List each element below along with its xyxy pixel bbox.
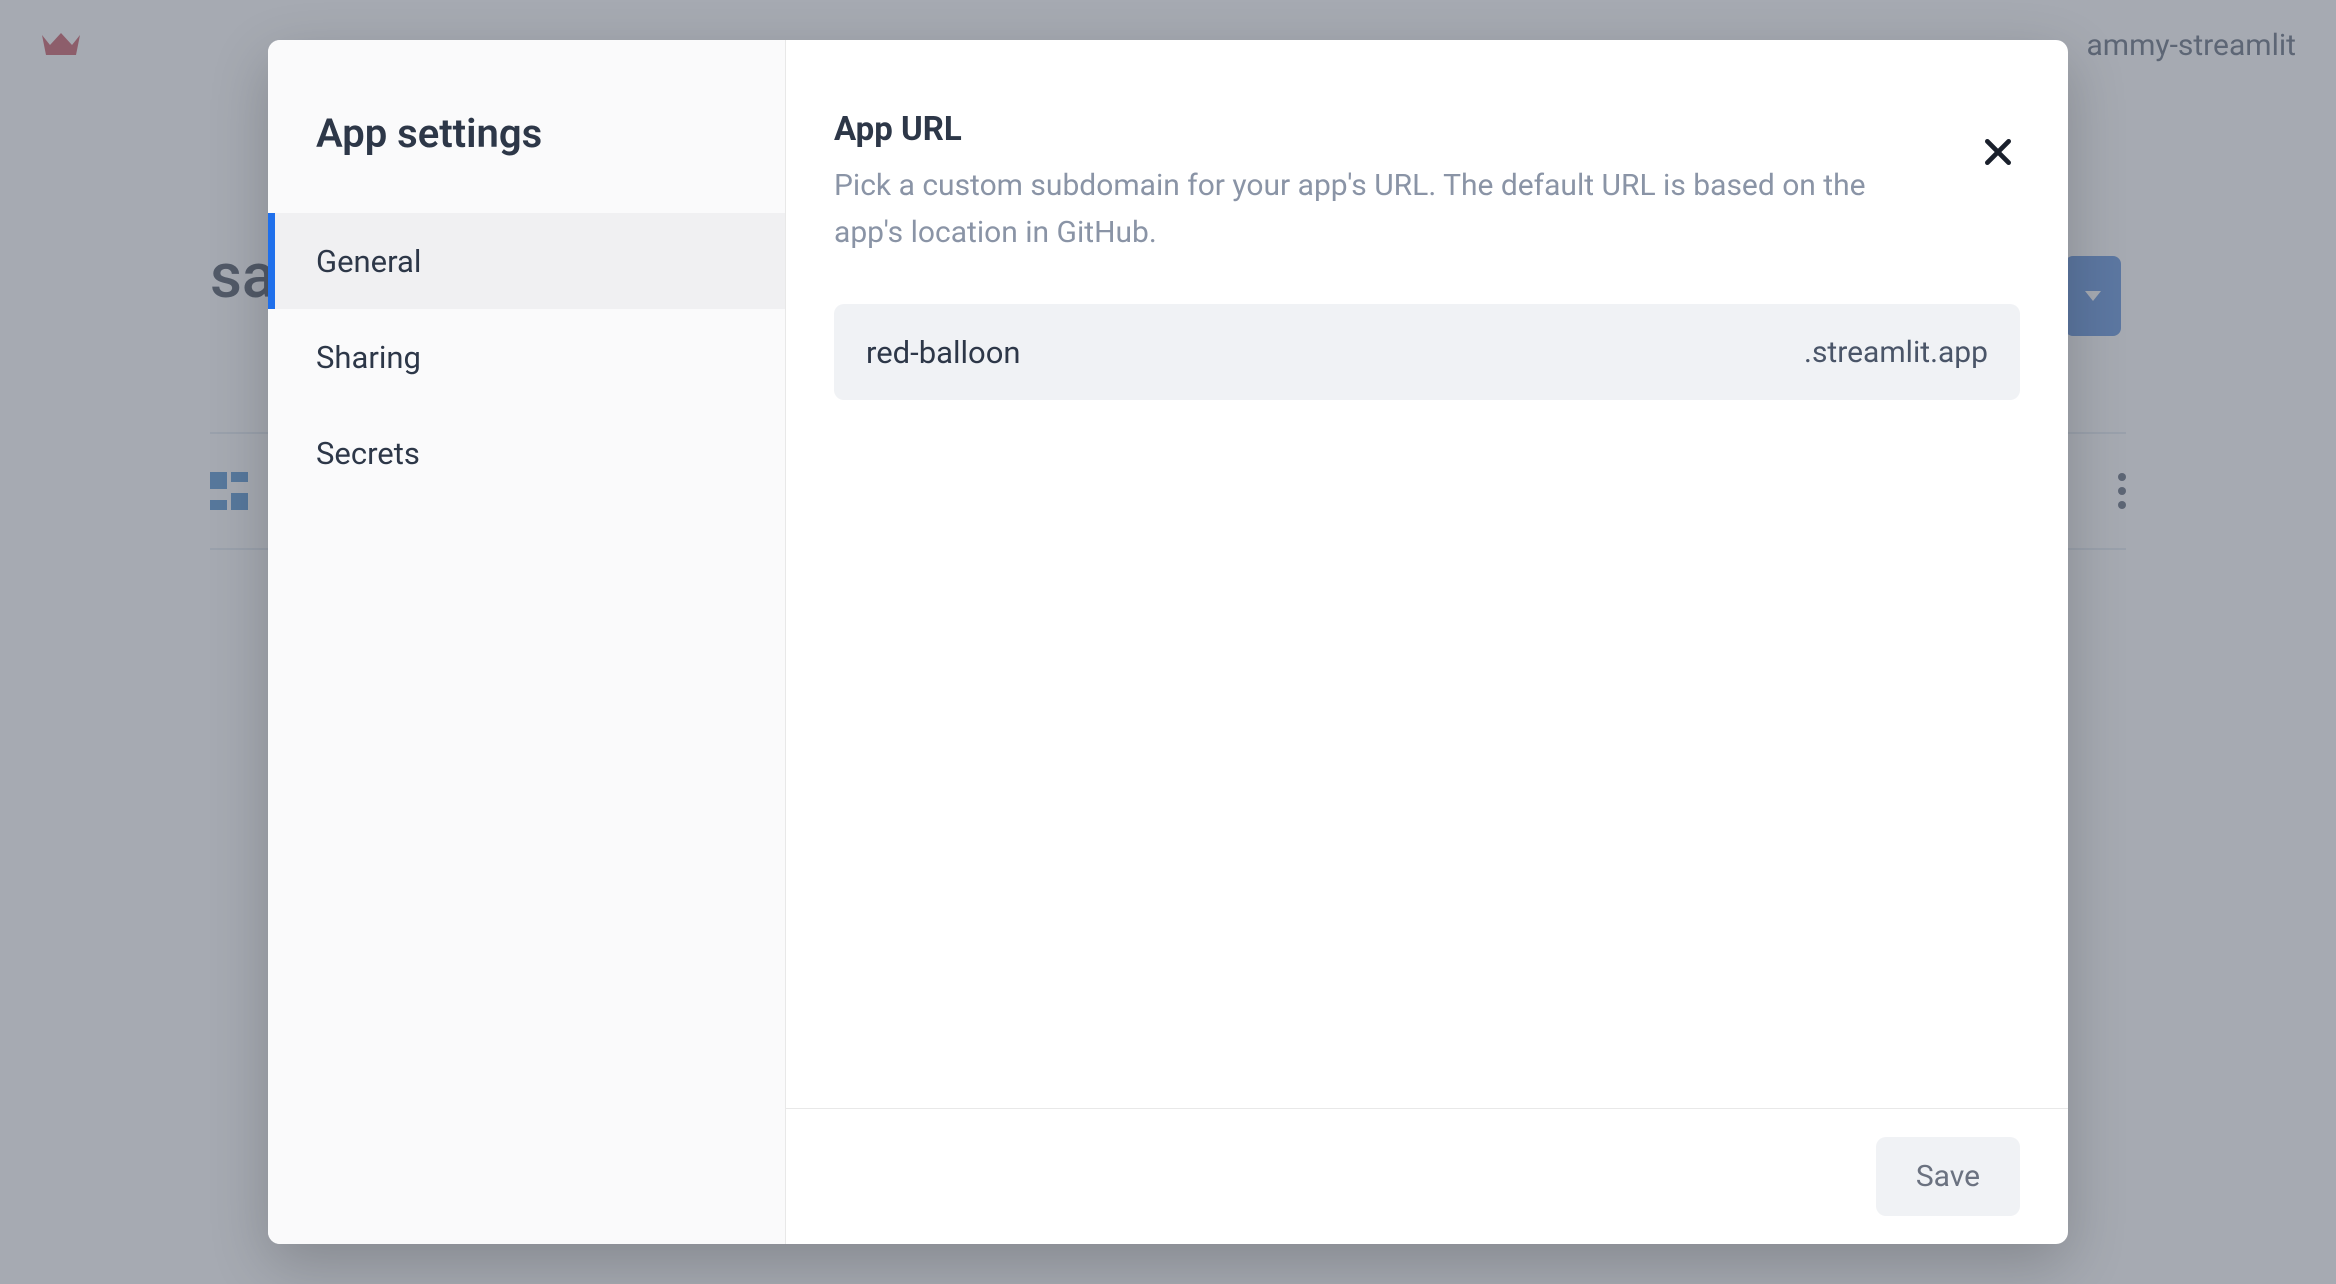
sidebar-item-label: Sharing	[316, 339, 421, 376]
sidebar-item-general[interactable]: General	[268, 213, 785, 309]
sidebar-item-sharing[interactable]: Sharing	[268, 309, 785, 405]
modal-overlay: App settings General Sharing Secrets App…	[0, 0, 2336, 1284]
sidebar-item-label: Secrets	[316, 435, 420, 472]
app-settings-modal: App settings General Sharing Secrets App…	[268, 40, 2068, 1244]
section-title: App URL	[834, 110, 2020, 149]
url-input-row: .streamlit.app	[834, 304, 2020, 400]
subdomain-input[interactable]	[866, 334, 1804, 371]
sidebar-title: App settings	[268, 110, 785, 213]
modal-main: App URL Pick a custom subdomain for your…	[786, 40, 2068, 1244]
modal-footer: Save	[786, 1108, 2068, 1244]
close-icon	[1982, 136, 2014, 168]
sidebar-item-label: General	[316, 243, 421, 280]
section-description: Pick a custom subdomain for your app's U…	[834, 163, 1934, 256]
domain-suffix: .streamlit.app	[1804, 335, 1988, 370]
save-button[interactable]: Save	[1876, 1137, 2020, 1216]
close-button[interactable]	[1976, 130, 2020, 174]
modal-sidebar: App settings General Sharing Secrets	[268, 40, 786, 1244]
sidebar-item-secrets[interactable]: Secrets	[268, 405, 785, 501]
modal-content: App URL Pick a custom subdomain for your…	[786, 40, 2068, 1108]
